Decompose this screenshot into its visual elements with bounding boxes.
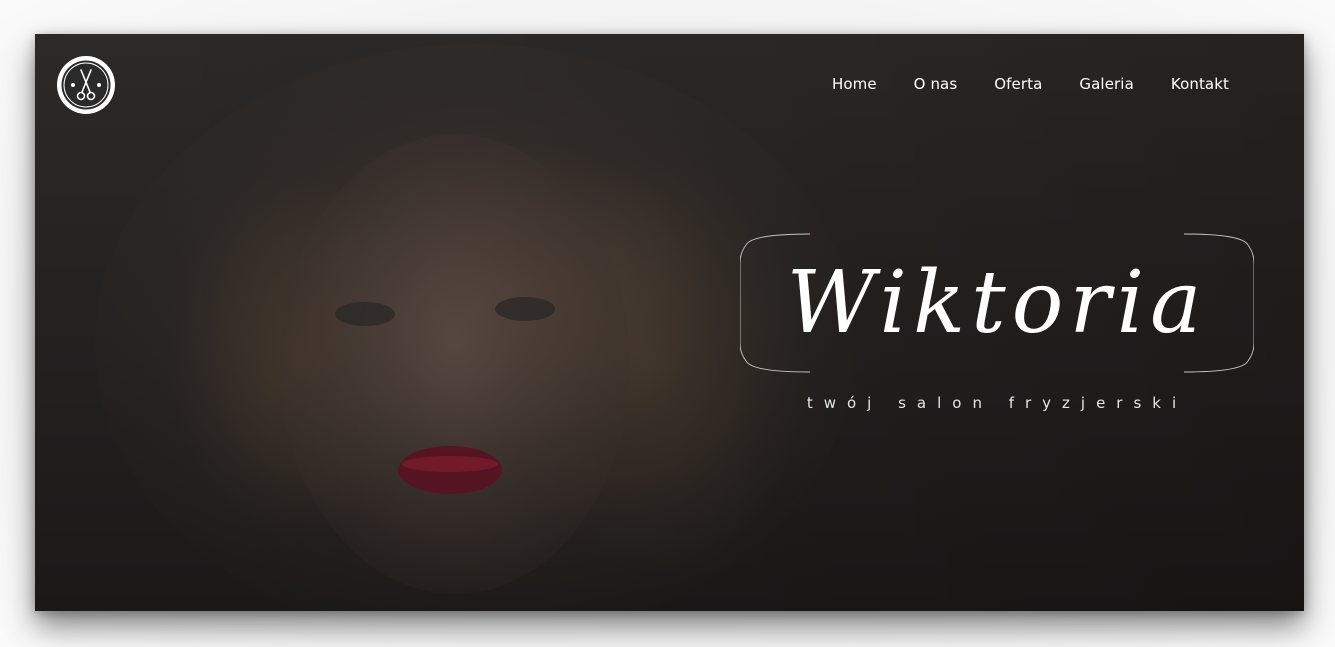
nav-item-offer[interactable]: Oferta [994,75,1042,93]
nav-item-home[interactable]: Home [832,75,877,93]
nav-item-about[interactable]: O nas [914,75,958,93]
nav-item-contact[interactable]: Kontakt [1171,75,1229,93]
logo-badge [57,56,115,114]
hero-section: Home O nas Oferta Galeria Kontakt Wiktor… [35,34,1304,611]
salon-name-title: Wiktoria [786,253,1208,353]
main-navigation: Home O nas Oferta Galeria Kontakt [795,75,1229,93]
nav-item-gallery[interactable]: Galeria [1079,75,1133,93]
salon-tagline: twój salon fryzjerski [806,394,1188,412]
salon-logo[interactable] [55,54,117,116]
